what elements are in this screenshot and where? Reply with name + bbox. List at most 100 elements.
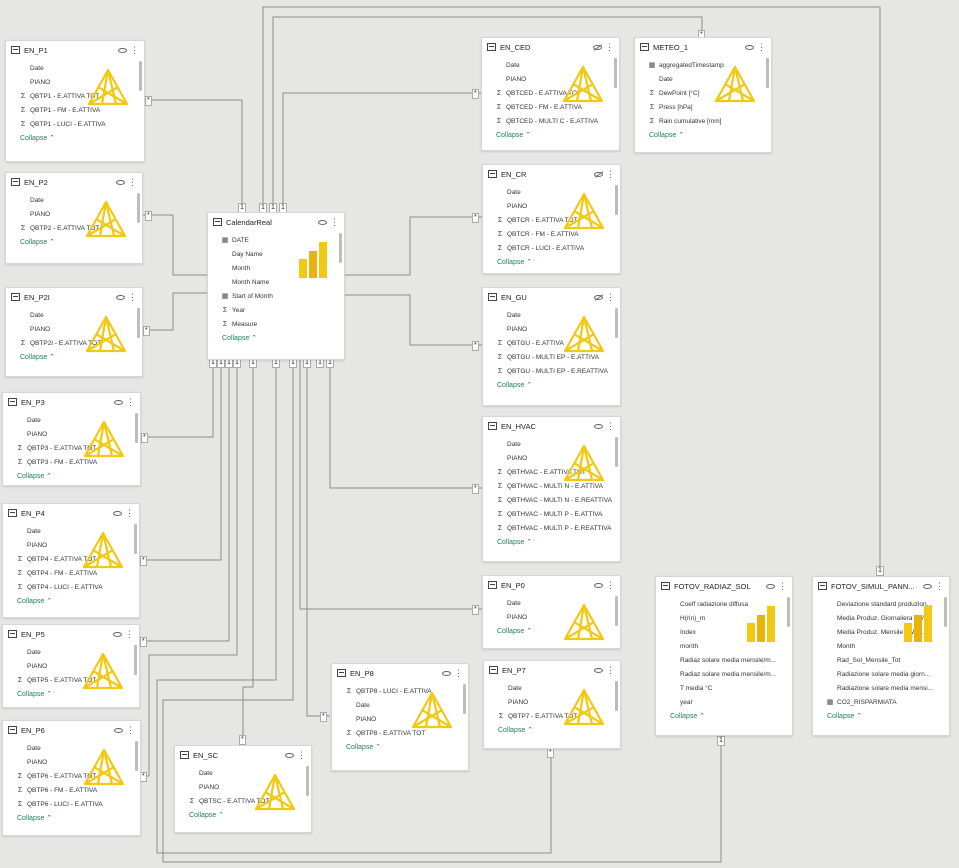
table-card-en-p5[interactable]: EN_P5⋮·Date·PIANOΣQBTP5 - E.ATTIVA TOTCo… xyxy=(2,624,140,708)
eye-icon[interactable] xyxy=(594,582,603,588)
field-item[interactable]: ·year xyxy=(656,695,792,709)
scrollbar[interactable] xyxy=(463,684,466,714)
scrollbar[interactable] xyxy=(134,524,137,554)
more-options-icon[interactable]: ⋮ xyxy=(605,42,614,52)
table-card-en-sc[interactable]: EN_SC⋮·Date·PIANOΣQBTSC - E.ATTIVA TOTCo… xyxy=(174,745,312,833)
more-options-icon[interactable]: ⋮ xyxy=(125,508,134,518)
hidden-eye-icon[interactable] xyxy=(594,294,603,300)
eye-icon[interactable] xyxy=(923,583,932,589)
eye-icon[interactable] xyxy=(113,631,122,637)
collapse-link[interactable]: Collapse ⌃ xyxy=(483,535,620,549)
more-options-icon[interactable]: ⋮ xyxy=(606,580,615,590)
table-card-en-p4[interactable]: EN_P4⋮·Date·PIANOΣQBTP4 - E.ATTIVA TOTΣQ… xyxy=(2,503,140,618)
more-options-icon[interactable]: ⋮ xyxy=(606,169,615,179)
field-item[interactable]: ▦ CO2_RISPARMIATA xyxy=(813,695,949,709)
collapse-link[interactable]: Collapse ⌃ xyxy=(3,811,140,825)
model-canvas[interactable]: * * * * * * * * * * * * * * * * 1 1 1 1 … xyxy=(0,0,959,868)
field-item[interactable]: Σ QBTHVAC - MULTI P - E.ATTIVA xyxy=(483,507,620,521)
table-header[interactable]: EN_P7 ⋮ xyxy=(484,661,620,679)
scrollbar[interactable] xyxy=(615,596,618,626)
scrollbar[interactable] xyxy=(139,61,142,91)
more-options-icon[interactable]: ⋮ xyxy=(128,292,137,302)
table-header[interactable]: EN_P1 ⋮ xyxy=(6,41,144,59)
table-header[interactable]: FOTOV_SIMUL_PANN... ⋮ xyxy=(813,577,949,595)
field-item[interactable]: ·Radiazione solare media mensi... xyxy=(813,681,949,695)
more-options-icon[interactable]: ⋮ xyxy=(606,665,615,675)
table-card-en-ced[interactable]: EN_CED⋮·Date·PIANOΣQBTCED - E.ATTIVA TOT… xyxy=(481,37,620,151)
more-options-icon[interactable]: ⋮ xyxy=(128,177,137,187)
scrollbar[interactable] xyxy=(306,766,309,796)
table-card-meteo-1[interactable]: METEO_1⋮▦aggregatedTimestamp·DateΣDewPoi… xyxy=(634,37,772,153)
table-card-en-p1[interactable]: EN_P1⋮·Date·PIANOΣQBTP1 - E.ATTIVA TOTΣQ… xyxy=(5,40,145,162)
field-item[interactable]: ·Radiaz solare media mensile/m... xyxy=(656,667,792,681)
table-card-en-p3[interactable]: EN_P3⋮·Date·PIANOΣQBTP3 - E.ATTIVA TOTΣQ… xyxy=(2,392,141,486)
scrollbar[interactable] xyxy=(339,233,342,263)
eye-icon[interactable] xyxy=(318,219,327,225)
hidden-eye-icon[interactable] xyxy=(593,44,602,50)
field-item[interactable]: Σ QBTCR - LUCI - E.ATTIVA xyxy=(483,241,620,255)
field-item[interactable]: ·T media °C xyxy=(656,681,792,695)
field-item[interactable]: ·Radiaz solare media mensile/m... xyxy=(656,653,792,667)
scrollbar[interactable] xyxy=(787,597,790,627)
table-header[interactable]: METEO_1 ⋮ xyxy=(635,38,771,56)
more-options-icon[interactable]: ⋮ xyxy=(935,581,944,591)
table-card-en-p8[interactable]: EN_P8⋮ΣQBTP8 - LUCI - E.ATTIVA·Date·PIAN… xyxy=(331,663,469,771)
more-options-icon[interactable]: ⋮ xyxy=(330,217,339,227)
field-item[interactable]: Σ Year xyxy=(208,303,344,317)
more-options-icon[interactable]: ⋮ xyxy=(297,750,306,760)
table-card-fotov-simul-pann[interactable]: FOTOV_SIMUL_PANN...⋮·Deviazione standard… xyxy=(812,576,950,736)
scrollbar[interactable] xyxy=(766,58,769,88)
collapse-link[interactable]: Collapse ⌃ xyxy=(3,469,140,483)
more-options-icon[interactable]: ⋮ xyxy=(606,421,615,431)
table-header[interactable]: EN_P4 ⋮ xyxy=(3,504,139,522)
eye-icon[interactable] xyxy=(116,294,125,300)
table-header[interactable]: EN_CED ⋮ xyxy=(482,38,619,56)
collapse-link[interactable]: Collapse ⌃ xyxy=(6,131,144,145)
more-options-icon[interactable]: ⋮ xyxy=(757,42,766,52)
collapse-link[interactable]: Collapse ⌃ xyxy=(635,128,771,142)
more-options-icon[interactable]: ⋮ xyxy=(606,292,615,302)
table-header[interactable]: EN_P2 ⋮ xyxy=(6,173,142,191)
scrollbar[interactable] xyxy=(944,597,947,627)
eye-icon[interactable] xyxy=(114,727,123,733)
table-header[interactable]: EN_HVAC ⋮ xyxy=(483,417,620,435)
scrollbar[interactable] xyxy=(137,193,140,223)
collapse-link[interactable]: Collapse ⌃ xyxy=(483,378,620,392)
eye-icon[interactable] xyxy=(594,423,603,429)
eye-icon[interactable] xyxy=(745,44,754,50)
eye-icon[interactable] xyxy=(113,510,122,516)
collapse-link[interactable]: Collapse ⌃ xyxy=(482,128,619,142)
more-options-icon[interactable]: ⋮ xyxy=(126,725,135,735)
scrollbar[interactable] xyxy=(615,437,618,467)
table-card-calendarreal[interactable]: CalendarReal⋮▦DATE·Day Name·Month·Month … xyxy=(207,212,345,360)
eye-icon[interactable] xyxy=(442,670,451,676)
collapse-link[interactable]: Collapse ⌃ xyxy=(483,255,620,269)
field-item[interactable]: Σ QBTGU - MULTI EP - E.REATTIVA xyxy=(483,364,620,378)
table-header[interactable]: EN_SC ⋮ xyxy=(175,746,311,764)
table-card-en-p2[interactable]: EN_P2⋮·Date·PIANOΣQBTP2 - E.ATTIVA TOTCo… xyxy=(5,172,143,264)
table-header[interactable]: EN_P8 ⋮ xyxy=(332,664,468,682)
field-item[interactable]: Σ Measure xyxy=(208,317,344,331)
more-options-icon[interactable]: ⋮ xyxy=(125,629,134,639)
scrollbar[interactable] xyxy=(615,308,618,338)
collapse-link[interactable]: Collapse ⌃ xyxy=(813,709,949,723)
scrollbar[interactable] xyxy=(614,58,617,88)
field-item[interactable]: ▦ Start of Month xyxy=(208,289,344,303)
table-header[interactable]: EN_GU ⋮ xyxy=(483,288,620,306)
field-item[interactable]: ·Rad_Sol_Mensile_Tot xyxy=(813,653,949,667)
field-item[interactable]: Σ QBTHVAC - MULTI N - E.REATTIVA xyxy=(483,493,620,507)
table-card-en-p7[interactable]: EN_P7⋮·Date·PIANOΣQBTP7 - E.ATTIVA TOTCo… xyxy=(483,660,621,749)
eye-icon[interactable] xyxy=(118,47,127,53)
table-header[interactable]: CalendarReal ⋮ xyxy=(208,213,344,231)
field-item[interactable]: ·Radiazione solare media giorn... xyxy=(813,667,949,681)
table-header[interactable]: EN_P2I ⋮ xyxy=(6,288,142,306)
field-item[interactable]: Σ QBTCED - MULTI C - E.ATTIVA xyxy=(482,114,619,128)
scrollbar[interactable] xyxy=(135,413,138,443)
table-header[interactable]: EN_CR ⋮ xyxy=(483,165,620,183)
field-item[interactable]: Σ Rain cumulative [mm] xyxy=(635,114,771,128)
table-header[interactable]: EN_P0 ⋮ xyxy=(483,576,620,594)
eye-icon[interactable] xyxy=(594,667,603,673)
field-item[interactable]: Σ QBTP1 - LUCI - E.ATTIVA xyxy=(6,117,144,131)
more-options-icon[interactable]: ⋮ xyxy=(454,668,463,678)
eye-icon[interactable] xyxy=(766,583,775,589)
